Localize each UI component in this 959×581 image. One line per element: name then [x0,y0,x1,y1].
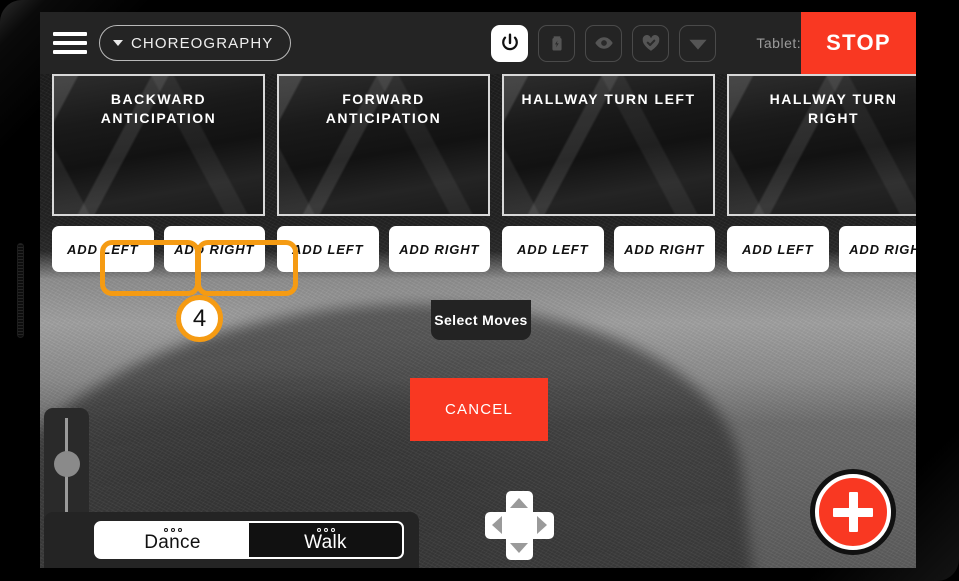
add-left-button[interactable]: ADD LEFT [502,226,604,272]
add-move-fab[interactable] [815,474,891,550]
move-card: HALLWAY TURNRIGHT ADD LEFT ADD RIGHT [727,74,916,299]
move-actions: ADD LEFT ADD RIGHT [52,226,265,272]
cancel-button[interactable]: CANCEL [410,378,548,441]
status-icon-group: Tablet: [491,24,848,62]
move-thumbnail[interactable]: HALLWAY TURN LEFT [502,74,715,216]
add-right-button[interactable]: ADD RIGHT [613,226,715,272]
move-card: HALLWAY TURN LEFT ADD LEFT ADD RIGHT [502,74,715,299]
hamburger-menu-icon[interactable] [53,32,87,54]
add-right-button[interactable]: ADD RIGHT [388,226,490,272]
move-thumbnail[interactable]: FORWARD ANTICIPATION [277,74,490,216]
gait-option-label: Dance [144,531,201,553]
gait-option-dance[interactable]: Dance [96,523,249,557]
dpad-icon[interactable] [485,491,554,560]
mode-selector-label: CHOREOGRAPHY [131,34,274,52]
dpad-right-arrow-icon[interactable] [537,516,547,534]
height-slider-thumb[interactable] [53,451,80,477]
volume-rocker-button[interactable] [17,243,24,338]
move-card: FORWARD ANTICIPATION ADD LEFT ADD RIGHT [277,74,490,299]
stop-button[interactable]: STOP [801,12,916,74]
robot-battery-icon[interactable] [538,24,576,62]
move-card: BACKWARD ANTICIPATION ADD LEFT ADD RIGHT [52,74,265,299]
move-actions: ADD LEFT ADD RIGHT [277,226,490,272]
move-actions: ADD LEFT ADD RIGHT [727,226,916,272]
gait-option-label: Walk [304,531,347,553]
move-title: HALLWAY TURN RIGHT [769,91,898,126]
heart-check-icon[interactable] [632,24,670,62]
height-slider-track[interactable] [53,418,80,523]
power-icon[interactable] [491,24,529,62]
dpad-down-arrow-icon[interactable] [510,543,528,553]
tablet-screen: CHOREOGRAPHY Tablet: STOP BACKWARD ANTIC… [40,12,916,568]
wifi-icon[interactable] [679,24,717,62]
add-right-button[interactable]: ADD RIGHT [163,226,265,272]
add-right-button[interactable]: ADD RIGHT [838,226,916,272]
gait-toggle[interactable]: Dance Walk [94,521,404,559]
add-left-button[interactable]: ADD LEFT [277,226,379,272]
chevron-down-icon [113,40,123,46]
tablet-battery-label: Tablet: [756,35,802,51]
move-title: FORWARD ANTICIPATION [325,91,442,126]
move-title: BACKWARD ANTICIPATION [100,91,217,126]
gait-option-walk[interactable]: Walk [249,523,402,557]
dance-dots-icon [163,527,182,532]
mode-selector-dropdown[interactable]: CHOREOGRAPHY [99,25,292,61]
move-actions: ADD LEFT ADD RIGHT [502,226,715,272]
move-thumbnail[interactable]: HALLWAY TURN RIGHT [727,74,916,216]
plus-icon-vertical [848,492,858,532]
add-left-button[interactable]: ADD LEFT [52,226,154,272]
move-title: HALLWAY TURN LEFT [521,91,696,107]
walk-dots-icon [316,527,335,532]
top-toolbar: CHOREOGRAPHY Tablet: STOP [40,12,916,74]
eye-icon[interactable] [585,24,623,62]
annotation-step-badge: 4 [176,295,223,342]
add-left-button[interactable]: ADD LEFT [727,226,829,272]
dpad-up-arrow-icon[interactable] [510,498,528,508]
gait-toggle-bar: Dance Walk [44,512,419,568]
move-cards-strip[interactable]: BACKWARD ANTICIPATION ADD LEFT ADD RIGHT … [40,74,916,299]
select-moves-label: Select Moves [431,300,531,340]
move-thumbnail[interactable]: BACKWARD ANTICIPATION [52,74,265,216]
tablet-device-frame: CHOREOGRAPHY Tablet: STOP BACKWARD ANTIC… [0,0,959,581]
dpad-left-arrow-icon[interactable] [492,516,502,534]
